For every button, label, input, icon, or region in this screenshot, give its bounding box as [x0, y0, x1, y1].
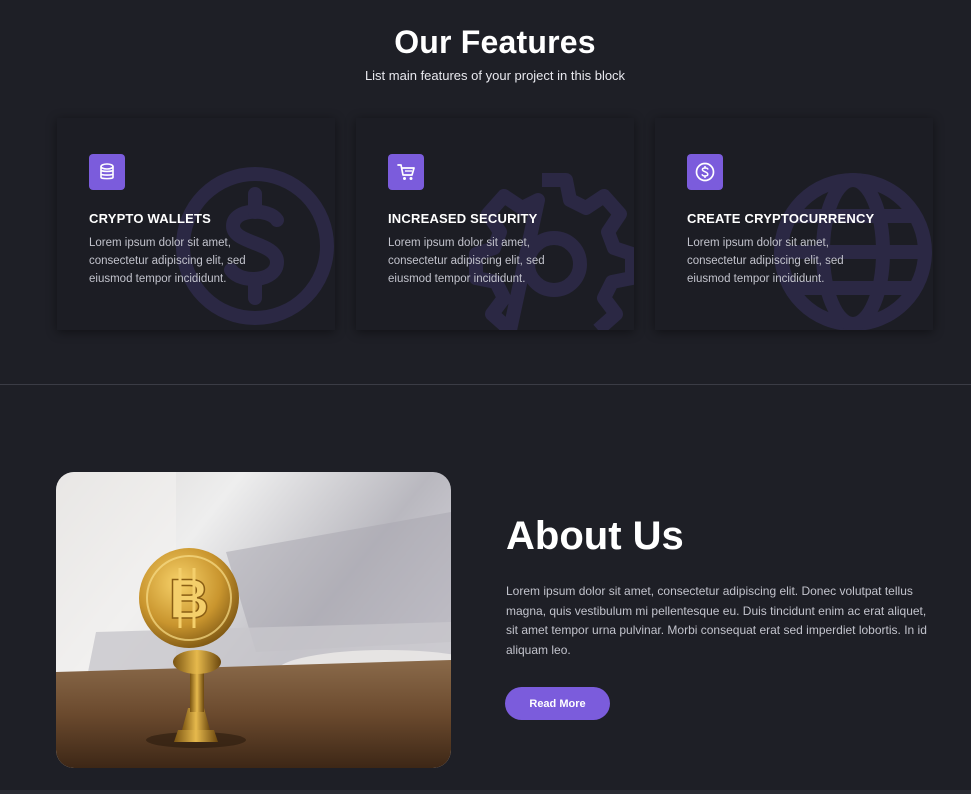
feature-card-increased-security: INCREASED SECURITY Lorem ipsum dolor sit…: [356, 118, 634, 330]
feature-card-text: Lorem ipsum dolor sit amet, consectetur …: [687, 237, 844, 285]
database-icon: [89, 154, 125, 190]
bitcoin-image: B: [56, 472, 451, 768]
dollar-circle-icon: [687, 154, 723, 190]
about-text: Lorem ipsum dolor sit amet, consectetur …: [506, 584, 927, 657]
read-more-button[interactable]: Read More: [505, 687, 610, 720]
feature-card-crypto-wallets: CRYPTO WALLETS Lorem ipsum dolor sit ame…: [57, 118, 335, 330]
feature-card-text: Lorem ipsum dolor sit amet, consectetur …: [388, 237, 545, 285]
svg-text:B: B: [169, 567, 209, 630]
features-section: Our Features List main features of your …: [0, 0, 971, 384]
feature-card-title: INCREASED SECURITY: [388, 211, 538, 226]
feature-card-text: Lorem ipsum dolor sit amet, consectetur …: [89, 237, 246, 285]
section-divider: [0, 384, 971, 385]
feature-card-title: CRYPTO WALLETS: [89, 211, 211, 226]
features-title: Our Features: [394, 24, 596, 60]
bottom-divider: [0, 790, 971, 794]
cart-icon: [388, 154, 424, 190]
feature-card-title: CREATE CRYPTOCURRENCY: [687, 211, 875, 226]
about-title: About Us: [506, 514, 684, 558]
feature-card-create-cryptocurrency: CREATE CRYPTOCURRENCY Lorem ipsum dolor …: [655, 118, 933, 330]
features-subtitle: List main features of your project in th…: [364, 68, 626, 83]
